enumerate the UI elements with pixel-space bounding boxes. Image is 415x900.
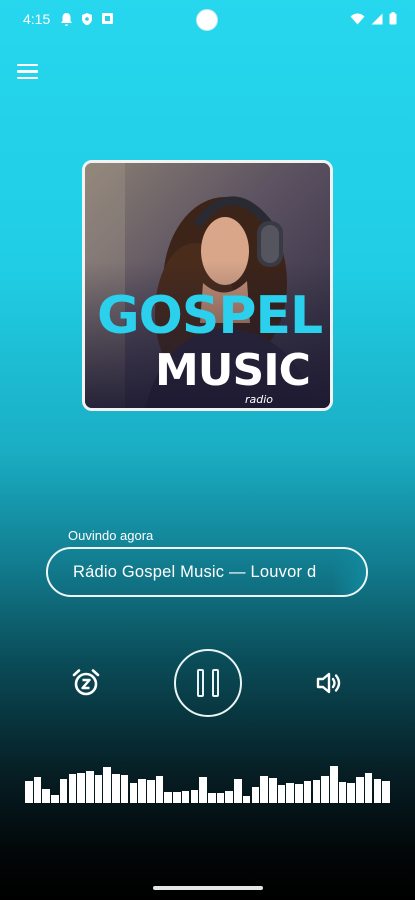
notification-icons [60,12,114,27]
visualizer-bar [286,783,294,803]
logo-text-radio: radio [245,393,273,406]
status-time: 4:15 [23,11,51,27]
sleep-timer-button[interactable] [70,667,102,699]
cell-signal-icon [371,13,383,24]
visualizer-bar [356,777,364,803]
alarm-timer-icon [72,669,100,696]
visualizer-bar [94,775,103,803]
volume-icon [316,672,341,694]
visualizer-bar [190,790,199,803]
visualizer-bar [338,782,347,803]
visualizer-bar [25,781,33,803]
volume-button[interactable] [314,668,346,698]
camera-cutout [196,9,218,31]
visualizer-bar [382,781,390,803]
gesture-nav-handle[interactable] [153,886,263,890]
visualizer-bar [138,779,146,803]
menu-button[interactable] [17,64,41,84]
bell-icon [61,13,72,26]
battery-icon [389,12,397,25]
logo-text-gospel: GOSPEL [97,286,322,346]
visualizer-bar [86,771,94,803]
visualizer-bar [242,796,251,803]
status-bar: 4:15 [0,0,415,40]
track-title: Rádio Gospel Music — Louvor d [73,563,317,581]
visualizer-bar [373,779,382,803]
visualizer-bar [112,774,120,803]
logo-text-music: MUSIC [155,345,310,396]
visualizer-bar [225,791,233,803]
visualizer-bar [260,776,268,803]
visualizer-bar [147,780,155,803]
visualizer-bar [164,792,172,803]
system-icons [350,12,397,25]
visualizer-bar [234,779,242,803]
visualizer-bar [295,784,303,803]
visualizer-bar [103,767,111,803]
visualizer-bar [68,774,77,803]
visualizer-bar [51,795,59,803]
square-app-icon [102,13,113,24]
hamburger-icon-line [17,64,38,67]
track-title-pill: Rádio Gospel Music — Louvor d [46,547,368,597]
visualizer-bar [77,773,85,803]
visualizer-bar [120,775,129,803]
station-artwork: GOSPEL MUSIC radio [82,160,333,411]
now-playing-label: Ouvindo agora [68,528,154,543]
visualizer-bar [173,792,181,803]
visualizer-bar [33,777,42,803]
wifi-icon [350,13,365,24]
audio-visualizer [25,757,391,803]
visualizer-bar [303,781,312,803]
pause-icon [212,669,219,697]
visualizer-bar [155,776,164,803]
visualizer-bar [269,778,277,803]
artwork-image: GOSPEL MUSIC radio [85,163,330,408]
visualizer-bar [277,785,286,803]
shield-icon [82,13,92,26]
visualizer-bar [216,793,225,803]
visualizer-bar [59,779,68,803]
pause-button[interactable] [174,649,242,717]
visualizer-bar [42,789,50,803]
visualizer-bar [251,787,260,803]
visualizer-bar [347,783,355,803]
visualizer-bar [364,773,373,803]
pause-icon [197,669,204,697]
visualizer-bar [129,783,138,803]
visualizer-bar [321,776,329,803]
visualizer-bar [208,793,216,803]
visualizer-bar [312,780,321,803]
hamburger-icon-line [17,70,38,73]
hamburger-icon-line [17,76,38,80]
visualizer-bar [199,777,207,803]
marquee-fade [332,549,366,595]
visualizer-bar [181,791,190,803]
visualizer-bar [330,766,338,803]
